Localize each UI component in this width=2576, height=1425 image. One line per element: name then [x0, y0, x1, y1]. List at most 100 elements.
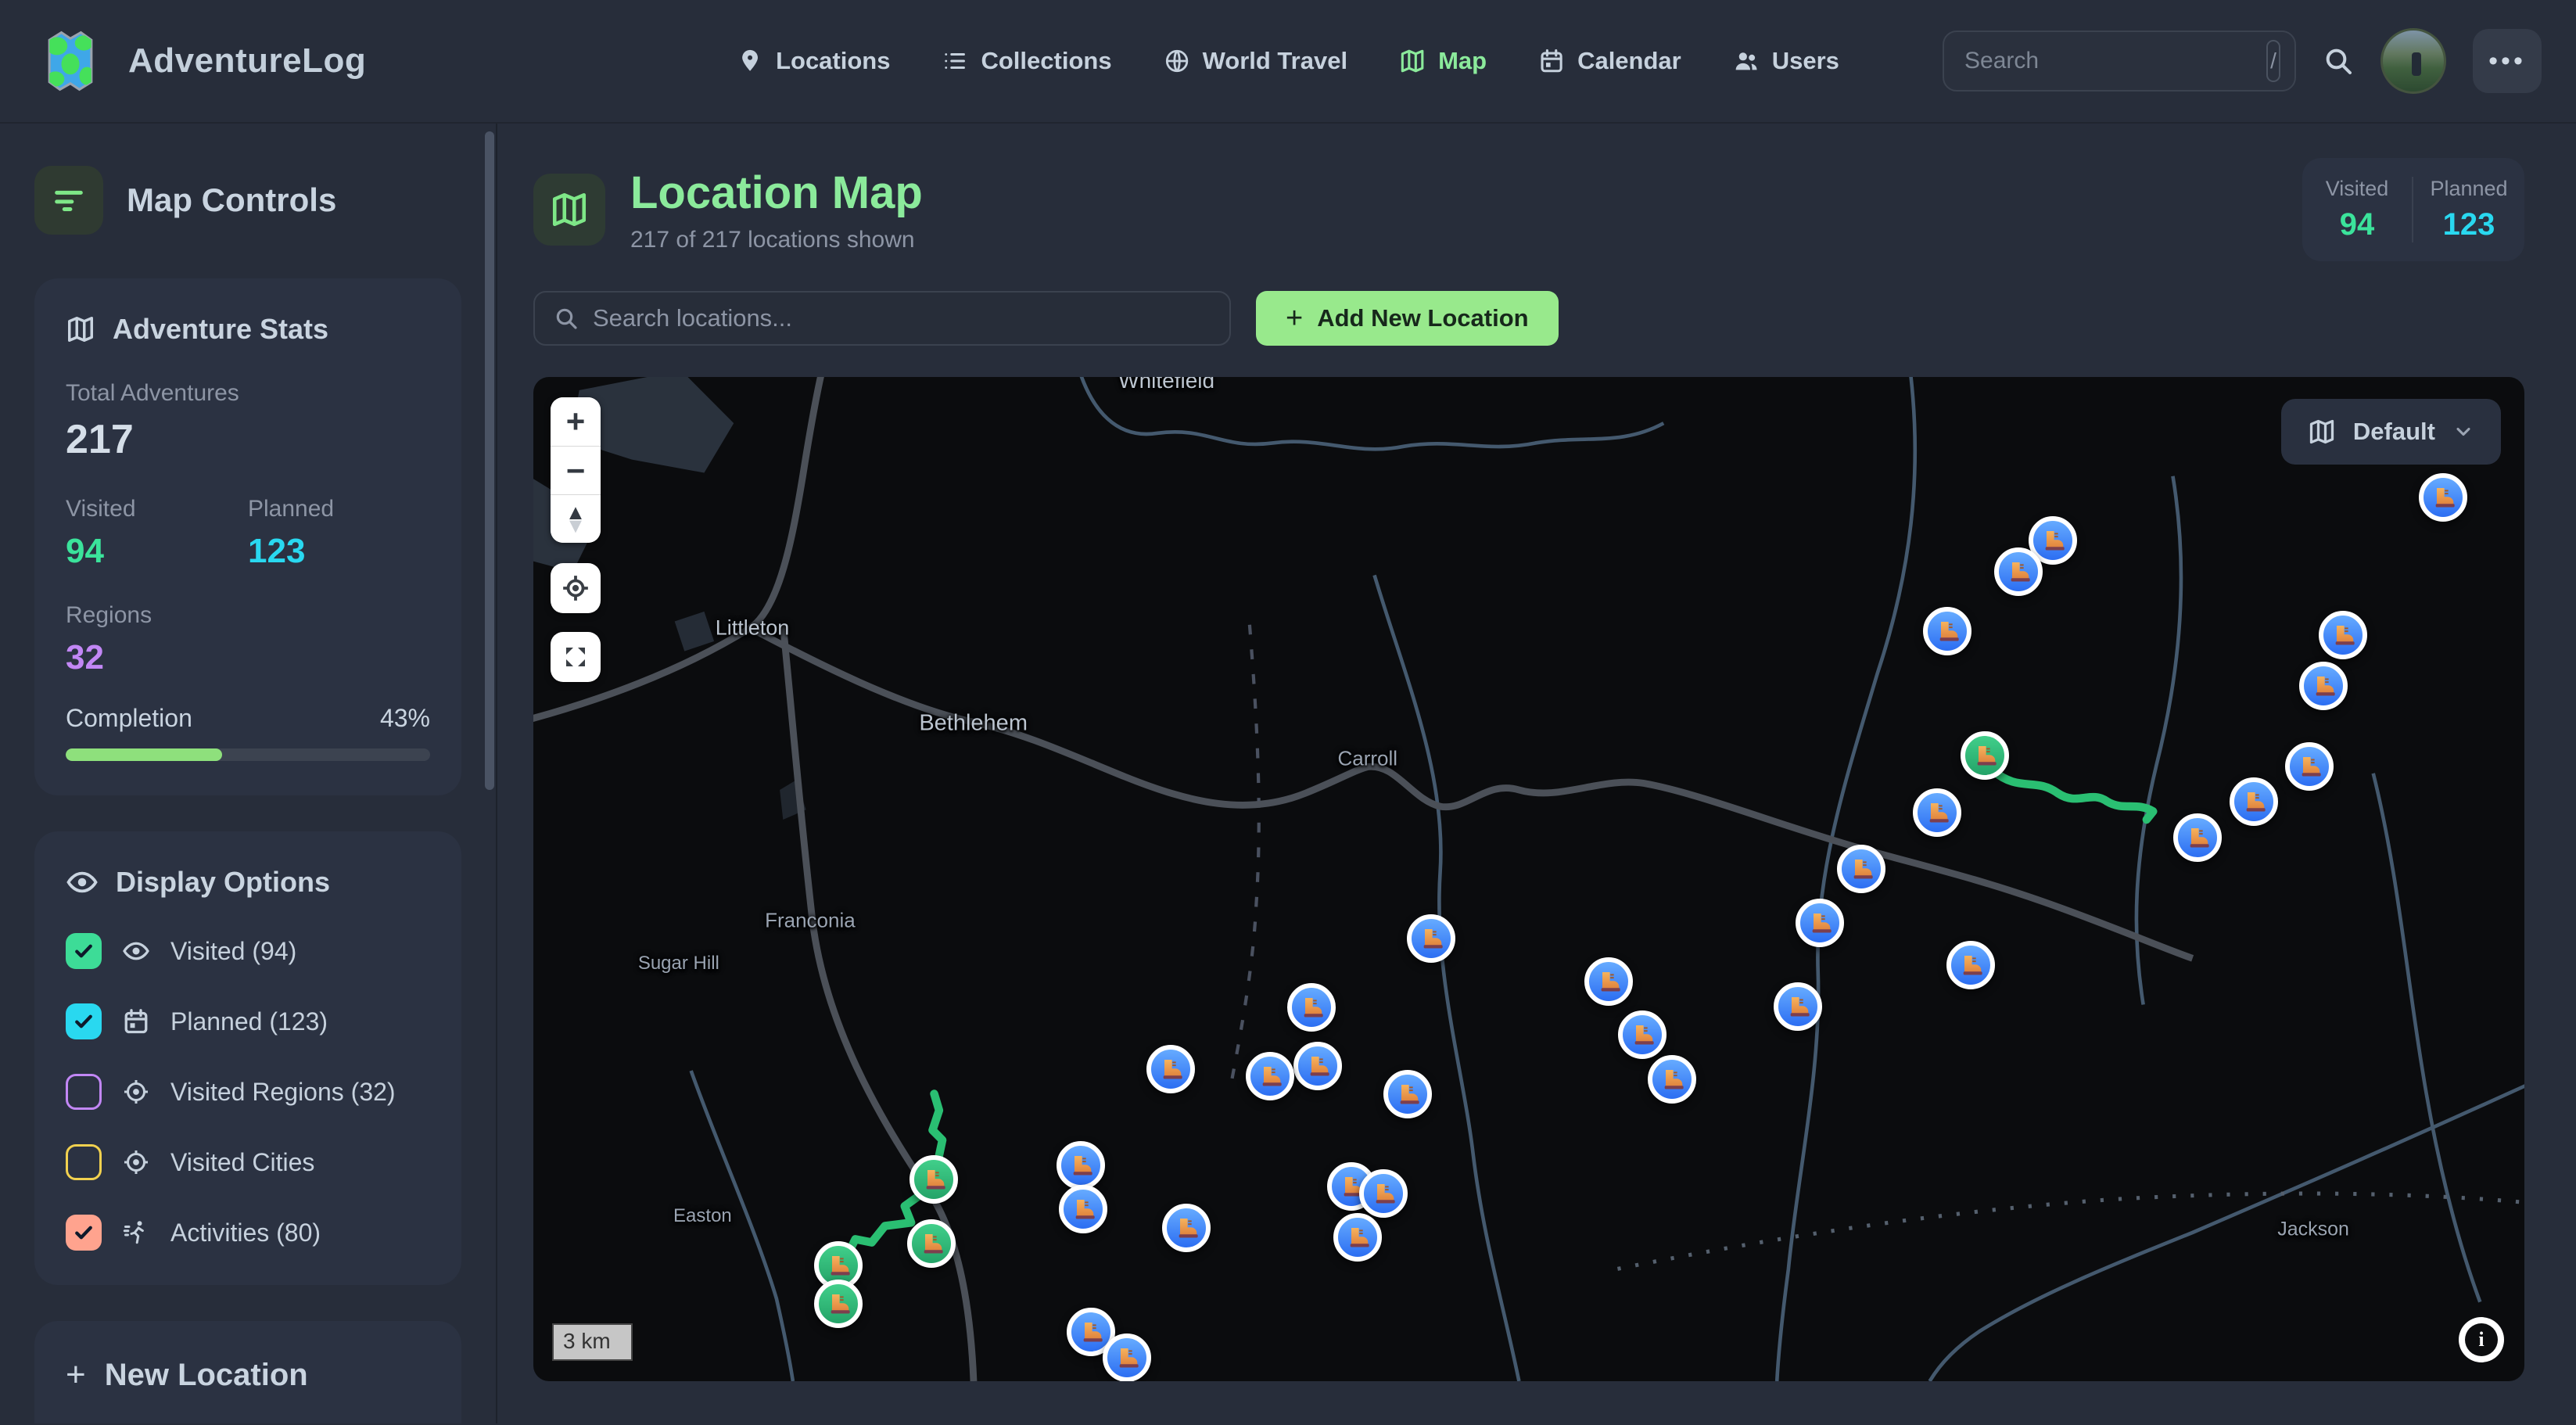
map-marker-planned[interactable]	[1946, 941, 1995, 989]
map-marker-planned[interactable]	[1774, 982, 1822, 1031]
map-marker-planned[interactable]	[1923, 607, 1971, 655]
hiking-boot-icon	[1596, 969, 1621, 994]
map-marker-planned[interactable]	[2299, 662, 2348, 710]
place-label-carroll: Carroll	[1337, 746, 1397, 770]
map-zoom-controls: + − ▲▼	[551, 397, 601, 543]
hiking-boot-icon	[921, 1167, 946, 1192]
map-marker-planned[interactable]	[1837, 845, 1885, 893]
nav-item-users[interactable]: Users	[1733, 47, 1839, 75]
map-marker-planned[interactable]	[1913, 788, 1961, 837]
map-marker-planned[interactable]	[1618, 1010, 1667, 1059]
display-option-row[interactable]: Planned (123)	[66, 1003, 430, 1039]
display-option-row[interactable]: Visited Regions (32)	[66, 1074, 430, 1110]
regions-label: Regions	[66, 602, 430, 629]
attribution-info-button[interactable]: i	[2459, 1317, 2504, 1362]
search-shortcut-badge: /	[2266, 40, 2280, 82]
map-canvas[interactable]: WhitefieldLittletonBethlehemCarrollFranc…	[533, 377, 2524, 1381]
map-icon	[66, 314, 95, 344]
brand[interactable]: AdventureLog	[34, 25, 366, 97]
location-search[interactable]	[533, 291, 1231, 346]
map-marker-planned[interactable]	[1796, 899, 1844, 947]
sidebar-header: Map Controls	[34, 166, 461, 235]
search-button[interactable]	[2323, 45, 2354, 77]
map-marker-planned[interactable]	[1162, 1204, 1211, 1252]
map-marker-planned[interactable]	[1333, 1213, 1382, 1262]
badge-planned-value: 123	[2413, 207, 2524, 242]
map-scale: 3 km	[552, 1323, 633, 1361]
layer-selector[interactable]: Default	[2281, 399, 2501, 465]
location-search-input[interactable]	[593, 304, 1211, 332]
map-marker-planned[interactable]	[1359, 1169, 1408, 1218]
fullscreen-button[interactable]	[551, 632, 601, 682]
location-map-icon	[533, 174, 605, 246]
map-marker-planned[interactable]	[1246, 1052, 1294, 1100]
global-search-input[interactable]	[1964, 48, 2266, 74]
hiking-boot-icon	[1785, 994, 1810, 1019]
hiking-boot-icon	[1395, 1082, 1420, 1107]
nav-item-locations[interactable]: Locations	[737, 47, 890, 75]
map-marker-planned[interactable]	[1383, 1070, 1432, 1118]
zoom-out-button[interactable]: −	[551, 446, 601, 494]
pin-icon	[737, 48, 763, 74]
display-option-row[interactable]: Visited Cities	[66, 1144, 430, 1180]
sidebar-scrollbar[interactable]	[485, 131, 494, 790]
display-option-row[interactable]: Visited (94)	[66, 933, 430, 969]
map-marker-planned[interactable]	[1407, 914, 1455, 963]
map-marker-planned[interactable]	[2230, 777, 2278, 826]
map-marker-planned[interactable]	[2173, 813, 2222, 862]
option-checkbox[interactable]	[66, 1074, 102, 1110]
nav-item-calendar[interactable]: Calendar	[1538, 47, 1681, 75]
map-marker-planned[interactable]	[1584, 957, 1633, 1006]
map-marker-planned[interactable]	[1146, 1045, 1195, 1093]
map-marker-planned[interactable]	[2285, 742, 2334, 791]
compass-button[interactable]: ▲▼	[551, 494, 601, 543]
map-marker-planned[interactable]	[1287, 983, 1336, 1032]
hiking-boot-icon	[1419, 926, 1444, 951]
place-label-sugar-hill: Sugar Hill	[638, 953, 719, 975]
option-checkbox[interactable]	[66, 1144, 102, 1180]
option-checkbox[interactable]	[66, 933, 102, 969]
calendar-icon	[1538, 48, 1565, 74]
map-marker-planned[interactable]	[1059, 1185, 1107, 1233]
list-icon	[942, 48, 968, 74]
map-marker-planned[interactable]	[1293, 1042, 1342, 1090]
map-marker-planned[interactable]	[2419, 473, 2467, 522]
map-marker-planned[interactable]	[2319, 611, 2367, 659]
display-option-row[interactable]: Activities (80)	[66, 1215, 430, 1251]
hiking-boot-icon	[2241, 789, 2266, 814]
plus-icon: +	[66, 1355, 86, 1394]
hiking-boot-icon	[2185, 825, 2210, 850]
hiking-boot-icon	[2431, 485, 2456, 510]
hiking-boot-icon	[1174, 1215, 1199, 1240]
add-new-location-button[interactable]: + Add New Location	[1256, 291, 1559, 346]
map-marker-planned[interactable]	[1994, 547, 2043, 596]
map-marker-visited[interactable]	[1961, 731, 2009, 780]
hiking-boot-icon	[826, 1253, 851, 1278]
overflow-menu-button[interactable]: •••	[2473, 29, 2542, 93]
sidebar-map-controls: Map Controls Adventure Stats Total Adven…	[0, 124, 497, 1423]
calendar-icon	[122, 1007, 150, 1036]
map-marker-visited[interactable]	[814, 1280, 863, 1328]
map-marker-planned[interactable]	[1648, 1055, 1696, 1104]
option-checkbox[interactable]	[66, 1215, 102, 1251]
zoom-in-button[interactable]: +	[551, 397, 601, 446]
option-checkbox[interactable]	[66, 1003, 102, 1039]
map-marker-visited[interactable]	[907, 1219, 956, 1268]
hiking-boot-icon	[1158, 1057, 1183, 1082]
hiking-boot-icon	[1849, 856, 1874, 881]
global-search[interactable]: /	[1943, 31, 2296, 92]
nav-item-world-travel[interactable]: World Travel	[1164, 47, 1348, 75]
map-marker-planned[interactable]	[1057, 1141, 1105, 1190]
nav-item-map[interactable]: Map	[1399, 47, 1487, 75]
map-icon	[1399, 48, 1426, 74]
map-marker-planned[interactable]	[1103, 1333, 1151, 1381]
hiking-boot-icon	[1071, 1197, 1096, 1222]
hiking-boot-icon	[1958, 953, 1983, 978]
hiking-boot-icon	[1925, 800, 1950, 825]
nav-item-collections[interactable]: Collections	[942, 47, 1111, 75]
target-icon	[122, 1078, 150, 1106]
plus-icon: +	[1286, 302, 1303, 336]
map-marker-visited[interactable]	[909, 1155, 958, 1204]
user-avatar[interactable]	[2380, 28, 2446, 94]
locate-me-button[interactable]	[551, 563, 601, 613]
